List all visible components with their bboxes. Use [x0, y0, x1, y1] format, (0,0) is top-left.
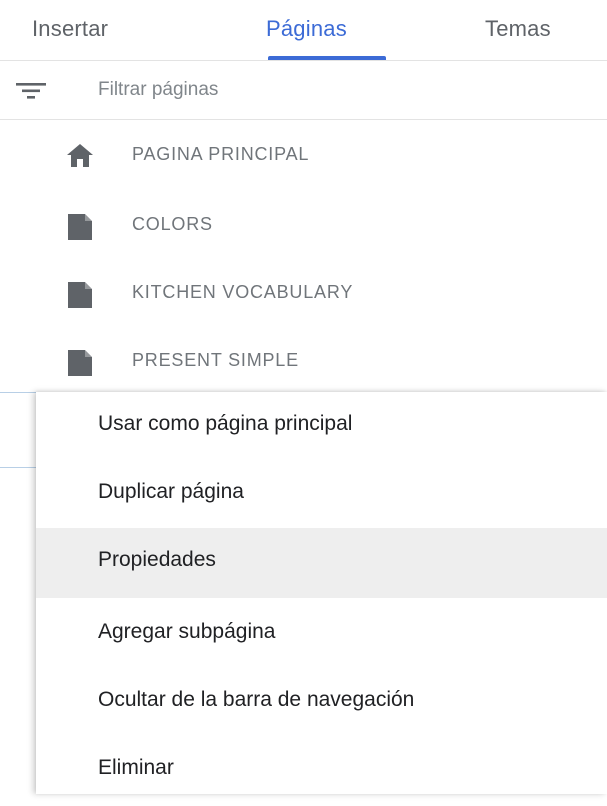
menu-item-label: Agregar subpágina	[98, 620, 276, 643]
tab-bar: Insertar Páginas Temas	[0, 0, 607, 60]
menu-item-label: Propiedades	[98, 548, 216, 571]
tab-insertar[interactable]: Insertar	[32, 16, 108, 42]
tab-temas[interactable]: Temas	[485, 16, 551, 42]
page-item-colors[interactable]: COLORS	[0, 198, 607, 254]
page-item-pagina-principal[interactable]: PAGINA PRINCIPAL	[0, 128, 607, 184]
page-item-kitchen-vocabulary[interactable]: KITCHEN VOCABULARY	[0, 266, 607, 322]
menu-item-label: Usar como página principal	[98, 412, 353, 435]
page-icon	[66, 212, 94, 247]
menu-item-label: Ocultar de la barra de navegación	[98, 688, 415, 711]
menu-item-duplicate[interactable]: Duplicar página	[36, 460, 607, 530]
filter-input[interactable]: Filtrar páginas	[98, 79, 218, 101]
page-item-label: COLORS	[132, 214, 213, 234]
tab-paginas[interactable]: Páginas	[266, 16, 347, 42]
filter-icon[interactable]	[16, 83, 46, 104]
menu-item-properties[interactable]: Propiedades	[36, 528, 607, 598]
divider	[0, 119, 607, 120]
menu-item-hide-from-nav[interactable]: Ocultar de la barra de navegación	[36, 668, 607, 738]
home-icon	[66, 142, 94, 173]
page-item-present-simple[interactable]: PRESENT SIMPLE	[0, 334, 607, 390]
page-item-label: KITCHEN VOCABULARY	[132, 282, 354, 302]
page-item-label: PRESENT SIMPLE	[132, 350, 299, 370]
page-item-label: PAGINA PRINCIPAL	[132, 144, 310, 164]
menu-item-label: Duplicar página	[98, 480, 244, 503]
page-icon	[66, 280, 94, 315]
menu-item-set-home[interactable]: Usar como página principal	[36, 392, 607, 462]
selected-row-indicator	[0, 392, 36, 468]
menu-item-label: Eliminar	[98, 756, 174, 779]
page-context-menu: Usar como página principal Duplicar pági…	[36, 392, 607, 794]
page-icon	[66, 348, 94, 383]
menu-item-add-subpage[interactable]: Agregar subpágina	[36, 600, 607, 670]
menu-item-delete[interactable]: Eliminar	[36, 736, 607, 806]
filter-row[interactable]: Filtrar páginas	[0, 61, 607, 119]
